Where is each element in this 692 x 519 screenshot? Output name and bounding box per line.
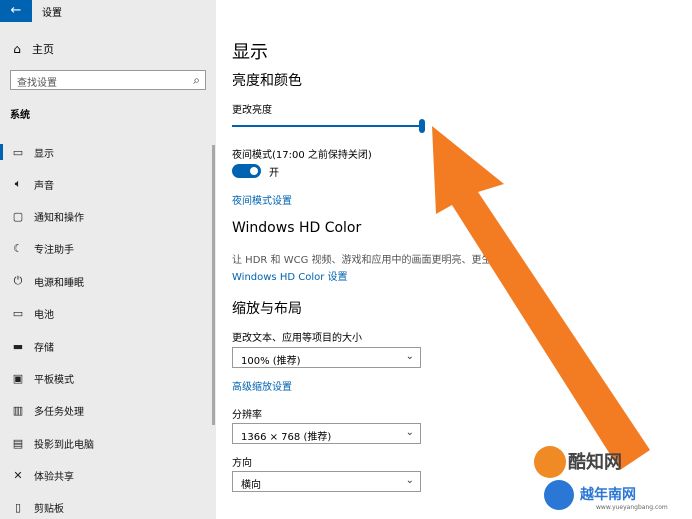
sidebar-item-label: 显示 [34, 148, 54, 160]
moon-icon: ☾ [13, 241, 23, 255]
speaker-icon: 🔈︎ [14, 177, 22, 190]
chevron-down-icon: ⌄ [405, 427, 414, 438]
brightness-section-title: 亮度和颜色 [232, 73, 302, 89]
sidebar-item-label: 剪贴板 [34, 503, 64, 515]
nightlight-settings-link[interactable]: 夜间模式设置 [232, 192, 292, 207]
storage-icon: ▬ [12, 339, 24, 353]
sidebar-item-label: 存储 [34, 342, 54, 354]
monitor-icon: ▭ [12, 145, 24, 159]
sidebar-item-label: 电源和睡眠 [34, 277, 84, 289]
sidebar-item-share[interactable]: ✕ 体验共享 [0, 465, 210, 485]
sidebar-item-sound[interactable]: 🔈︎ 声音 [0, 174, 210, 194]
tablet-icon: ▣ [12, 371, 24, 385]
share-icon: ✕ [13, 468, 23, 482]
watermark-logo2 [544, 480, 574, 510]
nightlight-state: 开 [269, 168, 279, 179]
sidebar-item-multitask[interactable]: ▥ 多任务处理 [0, 400, 210, 420]
brightness-label: 更改亮度 [232, 105, 272, 116]
power-icon: ⏻ [13, 274, 23, 287]
sidebar-item-label: 多任务处理 [34, 406, 84, 418]
sidebar-item-label: 通知和操作 [34, 212, 84, 224]
home-icon: ⌂ [13, 42, 21, 56]
battery-icon: ▭ [12, 306, 24, 320]
watermark-brand1: 酷知网 [568, 452, 622, 473]
hd-color-settings-link[interactable]: Windows HD Color 设置 [232, 268, 348, 283]
watermark: 酷知网 越年南网 www.yueyangbang.com [530, 438, 690, 518]
search-icon[interactable]: ⌕ [193, 73, 200, 88]
hd-color-title: Windows HD Color [232, 220, 362, 236]
slider-thumb[interactable] [419, 119, 425, 133]
brightness-slider[interactable] [232, 119, 425, 133]
sidebar-scrollbar[interactable] [212, 145, 215, 425]
sidebar-item-label: 体验共享 [34, 471, 74, 483]
resolution-dropdown[interactable]: 1366 × 768 (推荐) ⌄ [232, 423, 421, 444]
orientation-value: 横向 [241, 480, 261, 491]
sidebar-item-display[interactable]: ▭ 显示 [0, 142, 210, 162]
scale-label: 更改文本、应用等项目的大小 [232, 333, 362, 344]
nightlight-toggle[interactable] [232, 164, 261, 178]
resolution-value: 1366 × 768 (推荐) [241, 432, 332, 443]
sidebar-item-focus[interactable]: ☾ 专注助手 [0, 238, 210, 258]
sidebar-item-label: 平板模式 [34, 374, 74, 386]
sidebar-home[interactable]: ⌂ 主页 [10, 41, 54, 57]
sidebar-item-battery[interactable]: ▭ 电池 [0, 303, 210, 323]
sidebar-item-label: 声音 [34, 180, 54, 192]
search-input[interactable]: 查找设置 ⌕ [10, 70, 206, 90]
sidebar-item-power[interactable]: ⏻ 电源和睡眠 [0, 271, 210, 291]
message-icon: ▢ [12, 209, 24, 223]
project-icon: ▤ [12, 436, 24, 450]
nightlight-label: 夜间模式(17:00 之前保持关闭) [232, 150, 372, 161]
title-bar: ← 设置 [0, 0, 216, 22]
scale-value: 100% (推荐) [241, 356, 301, 367]
back-arrow-icon[interactable]: ← [0, 0, 32, 22]
sidebar-item-label: 专注助手 [34, 244, 74, 256]
app-title: 设置 [42, 8, 62, 19]
slider-fill [232, 125, 422, 127]
sidebar-item-tablet[interactable]: ▣ 平板模式 [0, 368, 210, 388]
multitask-icon: ▥ [12, 403, 24, 417]
sidebar-item-clipboard[interactable]: ▯ 剪贴板 [0, 497, 210, 517]
sidebar-item-label: 电池 [34, 309, 54, 321]
watermark-logo [534, 446, 566, 478]
sidebar: ← 设置 ⌂ 主页 查找设置 ⌕ 系统 ▭ 显示 🔈︎ 声音 ▢ 通知和操作 ☾… [0, 0, 216, 519]
clipboard-icon: ▯ [14, 500, 22, 514]
orientation-label: 方向 [232, 458, 252, 469]
hd-color-description: 让 HDR 和 WCG 视频、游戏和应用中的画面更明亮、更生动。 [232, 255, 512, 266]
section-title: 系统 [10, 110, 30, 121]
scale-title: 缩放与布局 [232, 301, 302, 317]
sidebar-item-storage[interactable]: ▬ 存储 [0, 336, 210, 356]
sidebar-item-notifications[interactable]: ▢ 通知和操作 [0, 206, 210, 226]
resolution-label: 分辨率 [232, 410, 262, 421]
search-placeholder: 查找设置 [17, 78, 57, 89]
sidebar-home-label: 主页 [32, 43, 54, 56]
page-title: 显示 [232, 42, 268, 63]
watermark-url: www.yueyangbang.com [596, 504, 668, 511]
sidebar-item-label: 投影到此电脑 [34, 439, 94, 451]
watermark-brand2: 越年南网 [580, 487, 636, 503]
orientation-dropdown[interactable]: 横向 ⌄ [232, 471, 421, 492]
toggle-knob [250, 167, 258, 175]
sidebar-item-project[interactable]: ▤ 投影到此电脑 [0, 433, 210, 453]
chevron-down-icon: ⌄ [405, 351, 414, 362]
advanced-scaling-link[interactable]: 高级缩放设置 [232, 378, 292, 393]
chevron-down-icon: ⌄ [405, 475, 414, 486]
scale-dropdown[interactable]: 100% (推荐) ⌄ [232, 347, 421, 368]
